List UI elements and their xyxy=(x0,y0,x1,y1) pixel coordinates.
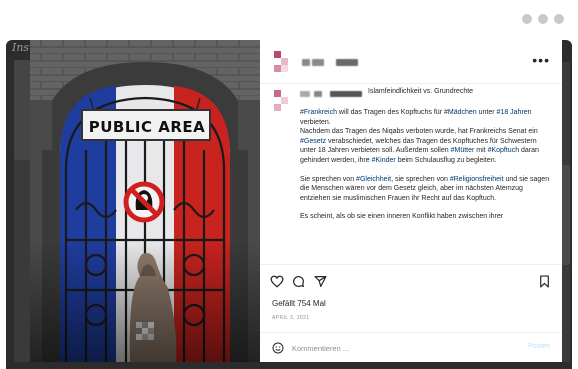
author-username-blurred[interactable] xyxy=(300,91,310,97)
share-icon[interactable] xyxy=(314,275,327,288)
post-date: APRIL 3, 2021 xyxy=(272,315,310,321)
like-count[interactable]: Gefällt 754 Mal xyxy=(272,299,326,308)
window-dot-icon[interactable] xyxy=(538,14,548,24)
instagram-logo-fragment: Ins xyxy=(12,41,30,54)
caption-segment: beim Schulausflug zu begleiten. xyxy=(395,156,497,164)
comment-input[interactable] xyxy=(292,342,492,354)
caption-title: Islamfeindlichkeit vs. Grundrechte xyxy=(368,88,474,95)
sign-text: PUBLIC AREA xyxy=(88,118,206,136)
author-username-blurred[interactable] xyxy=(336,59,358,66)
comment-icon[interactable] xyxy=(292,275,305,288)
author-username-blurred[interactable] xyxy=(302,59,310,66)
emoji-icon[interactable] xyxy=(272,342,284,354)
caption-segment: mit xyxy=(474,147,488,155)
hashtag-link[interactable]: #Mütter xyxy=(451,147,475,154)
post-caption: Islamfeindlichkeit vs. Grundrechte #Fran… xyxy=(260,84,562,264)
more-options-icon[interactable]: ••• xyxy=(532,52,550,68)
hashtag-link[interactable]: #Kinder xyxy=(372,157,396,164)
hashtag-link[interactable]: #Kopftuch xyxy=(488,147,520,154)
bookmark-icon[interactable] xyxy=(539,275,550,288)
hashtag-link[interactable]: #Gesetz xyxy=(300,138,326,145)
caption-fade xyxy=(260,248,562,264)
hashtag-link[interactable]: #Religionsfreiheit xyxy=(450,176,504,183)
author-username-blurred[interactable] xyxy=(314,91,322,97)
caption-segment: Nachdem das Tragen des Niqabs verboten w… xyxy=(300,128,538,136)
author-username-blurred[interactable] xyxy=(330,91,362,97)
author-username-blurred[interactable] xyxy=(312,59,324,66)
caption-segment: unter xyxy=(476,109,497,116)
browser-chrome xyxy=(0,0,578,40)
caption-segment: Sie sprechen von xyxy=(300,175,357,183)
author-avatar[interactable] xyxy=(274,51,294,73)
window-dot-icon[interactable] xyxy=(554,14,564,24)
caption-text: #Frankreich will das Tragen des Kopftuch… xyxy=(300,108,552,231)
comment-bar: Posten xyxy=(260,332,562,362)
post-header: ••• xyxy=(260,40,562,84)
post-image-illustration xyxy=(30,40,260,362)
post-details-panel: ••• Islamfeindlichkeit vs. Grundrechte #… xyxy=(260,40,562,362)
hashtag-link[interactable]: #Mädchen xyxy=(444,109,477,116)
author-avatar[interactable] xyxy=(274,90,294,112)
caption-segment: will das Tragen des Kopftuchs für xyxy=(336,109,444,116)
caption-segment: Es scheint, als ob sie einen inneren Kon… xyxy=(300,213,504,221)
window-controls xyxy=(522,14,564,24)
post-modal: PUBLIC AREA ••• Islamfeindlichkeit vs. G… xyxy=(30,40,562,362)
hashtag-link[interactable]: #Gleichheit xyxy=(356,176,391,183)
caption-segment: , sie sprechen von xyxy=(391,175,450,183)
post-image[interactable]: PUBLIC AREA xyxy=(30,40,260,362)
hashtag-link[interactable]: #18 Jahren xyxy=(497,109,532,116)
heart-icon[interactable] xyxy=(270,275,284,288)
caption-segment: verbieten. xyxy=(300,118,331,126)
window-dot-icon[interactable] xyxy=(522,14,532,24)
post-comment-button[interactable]: Posten xyxy=(528,343,550,350)
hashtag-link[interactable]: #Frankreich xyxy=(300,109,337,116)
